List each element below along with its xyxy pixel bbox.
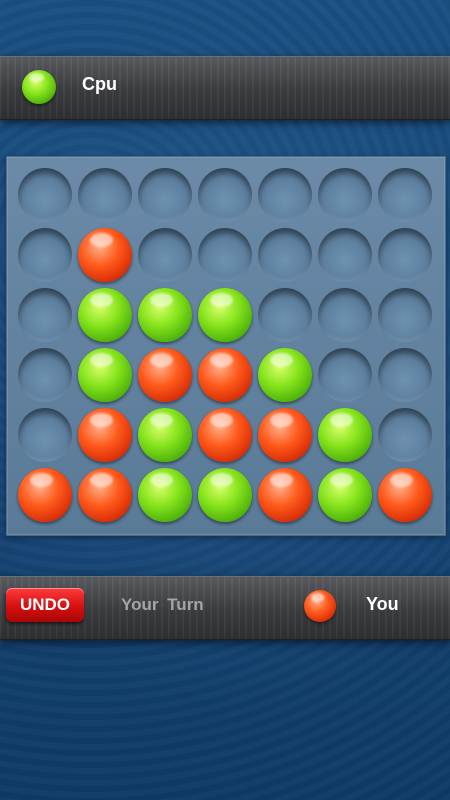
board-cell[interactable] — [78, 288, 132, 342]
board-cell[interactable] — [18, 168, 72, 222]
player-disc-icon — [304, 590, 336, 622]
red-disc — [138, 348, 192, 402]
board-cell[interactable] — [138, 468, 192, 522]
board-cell[interactable] — [138, 228, 192, 282]
board-cell[interactable] — [258, 468, 312, 522]
board-cell[interactable] — [258, 408, 312, 462]
board-cell[interactable] — [378, 168, 432, 222]
turn-status: Your Turn — [121, 595, 204, 614]
board-cell[interactable] — [378, 288, 432, 342]
board-cell[interactable] — [198, 288, 252, 342]
board-cell[interactable] — [78, 468, 132, 522]
green-disc — [318, 468, 372, 522]
board-cell[interactable] — [138, 348, 192, 402]
cpu-player-bar — [0, 56, 450, 120]
board-cell[interactable] — [18, 228, 72, 282]
board-cell[interactable] — [18, 288, 72, 342]
board-cell[interactable] — [198, 348, 252, 402]
red-disc — [258, 468, 312, 522]
board-cell[interactable] — [318, 348, 372, 402]
board-cell[interactable] — [18, 408, 72, 462]
cpu-disc-icon — [22, 70, 56, 104]
board-cell[interactable] — [138, 288, 192, 342]
green-disc — [258, 348, 312, 402]
board-cell[interactable] — [78, 348, 132, 402]
green-disc — [318, 408, 372, 462]
board-cell[interactable] — [258, 228, 312, 282]
board-cell[interactable] — [138, 408, 192, 462]
red-disc — [258, 408, 312, 462]
board-cell[interactable] — [78, 168, 132, 222]
green-disc — [78, 288, 132, 342]
board-cell[interactable] — [318, 168, 372, 222]
board-cell[interactable] — [378, 408, 432, 462]
undo-button[interactable]: UNDO — [6, 588, 84, 622]
player-name: You — [366, 594, 399, 614]
board-cell[interactable] — [258, 288, 312, 342]
board-cell[interactable] — [318, 468, 372, 522]
board-cell[interactable] — [78, 228, 132, 282]
board-cell[interactable] — [318, 408, 372, 462]
board-cell[interactable] — [198, 468, 252, 522]
board-cell[interactable] — [198, 228, 252, 282]
cpu-player-name: Cpu — [82, 74, 117, 94]
board-cell[interactable] — [18, 468, 72, 522]
board-cell[interactable] — [198, 408, 252, 462]
red-disc — [78, 468, 132, 522]
red-disc — [18, 468, 72, 522]
red-disc — [78, 228, 132, 282]
board-cell[interactable] — [198, 168, 252, 222]
green-disc — [138, 288, 192, 342]
board-cell[interactable] — [378, 468, 432, 522]
green-disc — [198, 288, 252, 342]
board-cell[interactable] — [378, 348, 432, 402]
green-disc — [78, 348, 132, 402]
board-cell[interactable] — [78, 408, 132, 462]
board-cell[interactable] — [318, 288, 372, 342]
board-cell[interactable] — [18, 348, 72, 402]
board-cell[interactable] — [318, 228, 372, 282]
red-disc — [198, 408, 252, 462]
board-cell[interactable] — [258, 348, 312, 402]
board-cell[interactable] — [138, 168, 192, 222]
game-board[interactable] — [6, 156, 446, 536]
green-disc — [138, 468, 192, 522]
board-cell[interactable] — [378, 228, 432, 282]
board-cell[interactable] — [258, 168, 312, 222]
red-disc — [78, 408, 132, 462]
green-disc — [138, 408, 192, 462]
red-disc — [198, 348, 252, 402]
green-disc — [198, 468, 252, 522]
red-disc — [378, 468, 432, 522]
